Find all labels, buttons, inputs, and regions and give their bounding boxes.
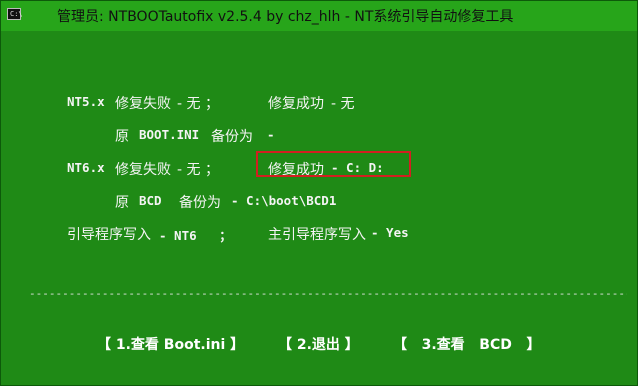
bcd-backup-value: - C:\boot\BCD1 bbox=[231, 193, 337, 208]
main-loader-value: - Yes bbox=[371, 225, 409, 240]
bcd-prefix: 原 bbox=[115, 195, 129, 211]
loader-value: - NT6 ； bbox=[159, 228, 232, 243]
console-output: NT5.x 修复失败 - 无 ； 修复成功 - 无 原 BOOT.INI 备份为… bbox=[1, 31, 637, 385]
boot-ini-backup-value: - bbox=[267, 127, 275, 142]
nt5-label: NT5.x bbox=[67, 94, 105, 109]
nt5-fail-value: - 无 ； bbox=[177, 96, 219, 112]
separator-line: ----------------------------------------… bbox=[29, 287, 627, 300]
nt6-fail-value: - 无 ； bbox=[177, 162, 219, 178]
nt6-label: NT6.x bbox=[67, 160, 105, 175]
loader-label: 引导程序写入 bbox=[67, 227, 151, 243]
view-bcd-button[interactable]: 【 3.查看 BCD 】 bbox=[393, 334, 541, 354]
bcd-backup-label: 备份为 bbox=[179, 195, 221, 211]
main-loader-label: 主引导程序写入 bbox=[268, 227, 366, 243]
bcd-name: BCD bbox=[139, 193, 162, 208]
console-icon-label: C:\ bbox=[10, 10, 23, 18]
boot-ini-name: BOOT.INI bbox=[139, 127, 200, 142]
exit-button[interactable]: 【 2.退出 】 bbox=[278, 334, 359, 354]
nt5-success-label: 修复成功 bbox=[268, 96, 324, 112]
boot-ini-backup-label: 备份为 bbox=[211, 129, 253, 145]
nt5-success-value: - 无 bbox=[331, 96, 355, 112]
title-bar: C:\ 管理员: NTBOOTautofix v2.5.4 by chz_hlh… bbox=[1, 1, 637, 31]
window-title: 管理员: NTBOOTautofix v2.5.4 by chz_hlh - N… bbox=[57, 9, 514, 25]
success-highlight-box bbox=[256, 151, 411, 177]
console-window-icon: C:\ bbox=[7, 8, 23, 20]
view-boot-ini-button[interactable]: 【 1.查看 Boot.ini 】 bbox=[97, 334, 244, 354]
boot-ini-prefix: 原 bbox=[115, 129, 129, 145]
nt5-fail-label: 修复失败 bbox=[115, 96, 171, 112]
console-window: C:\ 管理员: NTBOOTautofix v2.5.4 by chz_hlh… bbox=[0, 0, 638, 386]
nt6-fail-label: 修复失败 bbox=[115, 162, 171, 178]
